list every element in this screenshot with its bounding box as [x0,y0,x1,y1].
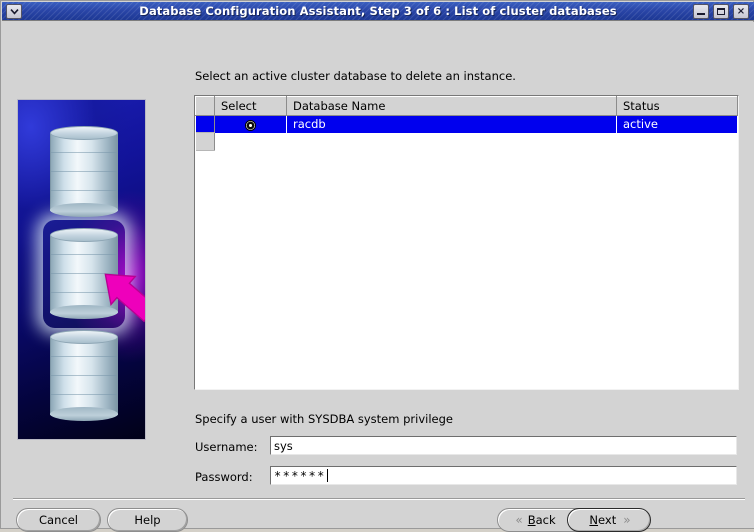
help-button[interactable]: Help [107,508,188,532]
window-controls: × [693,4,749,19]
minimize-button[interactable] [693,4,709,19]
column-header-select[interactable]: Select [214,96,287,116]
button-bar-separator [13,498,745,500]
magenta-arrow-icon [104,273,145,323]
credentials-heading: Specify a user with SYSDBA system privil… [195,412,453,426]
password-input[interactable] [270,466,737,485]
next-button-label: Next [589,513,617,527]
next-button[interactable]: Next » [567,508,651,532]
cell-database-name: racdb [286,115,617,133]
database-cylinder-top-icon [50,126,118,217]
double-chevron-right-icon: » [623,513,630,527]
row-header-corner [195,96,215,116]
row-select-cell[interactable] [214,115,287,133]
chevron-down-icon [9,8,19,15]
double-chevron-left-icon: « [515,513,522,527]
password-label: Password: [195,470,253,484]
back-button-label: Back [527,513,556,527]
minimize-icon [697,13,705,15]
close-icon: × [736,5,746,17]
cancel-button-label: Cancel [39,513,78,527]
cluster-database-table[interactable]: Select Database Name Status racdb active [194,95,739,390]
maximize-icon [717,8,725,15]
client-area: Select an active cluster database to del… [2,22,754,532]
dbca-window: Database Configuration Assistant, Step 3… [0,0,754,532]
cancel-button[interactable]: Cancel [16,508,101,532]
help-button-label: Help [134,513,161,527]
username-input[interactable] [270,436,737,455]
illustration-panel [17,99,146,440]
column-header-status[interactable]: Status [616,96,738,116]
table-row[interactable]: racdb active [195,115,738,133]
table-empty-row [195,132,738,151]
back-button[interactable]: « Back [498,509,573,531]
window-title: Database Configuration Assistant, Step 3… [139,4,617,18]
close-button[interactable]: × [733,4,749,19]
username-label: Username: [195,440,258,454]
table-header-row: Select Database Name Status [195,96,738,116]
cell-status: active [616,115,738,133]
row-handle[interactable] [195,115,215,133]
column-header-database-name[interactable]: Database Name [286,96,617,116]
instruction-text: Select an active cluster database to del… [195,69,516,83]
radio-selected-icon[interactable] [245,120,256,132]
maximize-button[interactable] [713,4,729,19]
title-bar: Database Configuration Assistant, Step 3… [2,2,754,21]
database-cylinder-bottom-icon [50,330,118,421]
window-menu-button[interactable] [6,3,22,19]
navigation-button-group: « Back Next » [497,508,651,532]
